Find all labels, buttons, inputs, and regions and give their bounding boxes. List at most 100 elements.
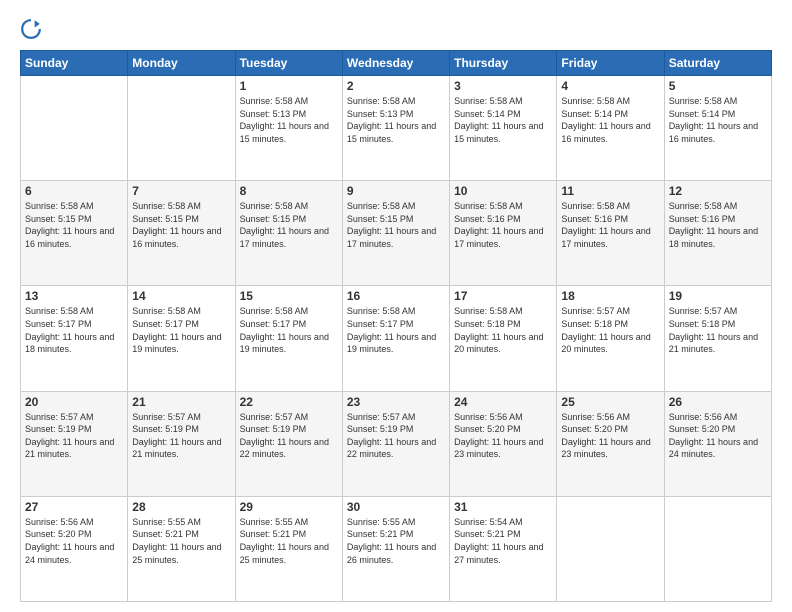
header xyxy=(20,18,772,40)
cell-info: Sunrise: 5:55 AM Sunset: 5:21 PM Dayligh… xyxy=(240,516,338,566)
cell-info: Sunrise: 5:57 AM Sunset: 5:19 PM Dayligh… xyxy=(132,411,230,461)
calendar-cell: 4 Sunrise: 5:58 AM Sunset: 5:14 PM Daylig… xyxy=(557,76,664,181)
cell-info: Sunrise: 5:58 AM Sunset: 5:14 PM Dayligh… xyxy=(561,95,659,145)
calendar-cell: 16 Sunrise: 5:58 AM Sunset: 5:17 PM Dayli… xyxy=(342,286,449,391)
cell-info: Sunrise: 5:58 AM Sunset: 5:17 PM Dayligh… xyxy=(240,305,338,355)
day-number: 15 xyxy=(240,289,338,303)
cell-info: Sunrise: 5:58 AM Sunset: 5:15 PM Dayligh… xyxy=(240,200,338,250)
calendar-cell: 19 Sunrise: 5:57 AM Sunset: 5:18 PM Dayli… xyxy=(664,286,771,391)
page: SundayMondayTuesdayWednesdayThursdayFrid… xyxy=(0,0,792,612)
calendar-cell: 23Sunrise: 5:57 AM Sunset: 5:19 PM Dayli… xyxy=(342,391,449,496)
calendar-week-row: 6 Sunrise: 5:58 AM Sunset: 5:15 PM Daylig… xyxy=(21,181,772,286)
calendar-cell xyxy=(664,496,771,601)
weekday-header: Saturday xyxy=(664,51,771,76)
day-number: 9 xyxy=(347,184,445,198)
logo-icon xyxy=(20,18,42,40)
calendar-cell xyxy=(557,496,664,601)
cell-info: Sunrise: 5:58 AM Sunset: 5:15 PM Dayligh… xyxy=(347,200,445,250)
cell-info: Sunrise: 5:58 AM Sunset: 5:14 PM Dayligh… xyxy=(454,95,552,145)
weekday-header: Friday xyxy=(557,51,664,76)
day-number: 10 xyxy=(454,184,552,198)
day-number: 12 xyxy=(669,184,767,198)
weekday-row: SundayMondayTuesdayWednesdayThursdayFrid… xyxy=(21,51,772,76)
calendar-cell: 12 Sunrise: 5:58 AM Sunset: 5:16 PM Dayli… xyxy=(664,181,771,286)
cell-info: Sunrise: 5:55 AM Sunset: 5:21 PM Dayligh… xyxy=(347,516,445,566)
weekday-header: Wednesday xyxy=(342,51,449,76)
cell-info: Sunrise: 5:57 AM Sunset: 5:19 PM Dayligh… xyxy=(25,411,123,461)
day-number: 25 xyxy=(561,395,659,409)
day-number: 20 xyxy=(25,395,123,409)
calendar-cell: 9 Sunrise: 5:58 AM Sunset: 5:15 PM Daylig… xyxy=(342,181,449,286)
cell-info: Sunrise: 5:58 AM Sunset: 5:16 PM Dayligh… xyxy=(669,200,767,250)
day-number: 3 xyxy=(454,79,552,93)
weekday-header: Tuesday xyxy=(235,51,342,76)
calendar-header: SundayMondayTuesdayWednesdayThursdayFrid… xyxy=(21,51,772,76)
day-number: 31 xyxy=(454,500,552,514)
calendar-cell: 11 Sunrise: 5:58 AM Sunset: 5:16 PM Dayli… xyxy=(557,181,664,286)
calendar-cell: 29 Sunrise: 5:55 AM Sunset: 5:21 PM Dayli… xyxy=(235,496,342,601)
calendar-week-row: 13Sunrise: 5:58 AM Sunset: 5:17 PM Dayli… xyxy=(21,286,772,391)
day-number: 26 xyxy=(669,395,767,409)
day-number: 16 xyxy=(347,289,445,303)
calendar-cell: 6Sunrise: 5:58 AM Sunset: 5:15 PM Daylig… xyxy=(21,181,128,286)
cell-info: Sunrise: 5:58 AM Sunset: 5:16 PM Dayligh… xyxy=(454,200,552,250)
day-number: 29 xyxy=(240,500,338,514)
cell-info: Sunrise: 5:56 AM Sunset: 5:20 PM Dayligh… xyxy=(669,411,767,461)
cell-info: Sunrise: 5:54 AM Sunset: 5:21 PM Dayligh… xyxy=(454,516,552,566)
calendar-week-row: 1 Sunrise: 5:58 AM Sunset: 5:13 PM Daylig… xyxy=(21,76,772,181)
day-number: 1 xyxy=(240,79,338,93)
calendar-cell: 15 Sunrise: 5:58 AM Sunset: 5:17 PM Dayli… xyxy=(235,286,342,391)
day-number: 14 xyxy=(132,289,230,303)
calendar-cell: 3 Sunrise: 5:58 AM Sunset: 5:14 PM Daylig… xyxy=(450,76,557,181)
calendar-cell xyxy=(128,76,235,181)
calendar-table: SundayMondayTuesdayWednesdayThursdayFrid… xyxy=(20,50,772,602)
cell-info: Sunrise: 5:57 AM Sunset: 5:19 PM Dayligh… xyxy=(347,411,445,461)
cell-info: Sunrise: 5:58 AM Sunset: 5:13 PM Dayligh… xyxy=(347,95,445,145)
cell-info: Sunrise: 5:57 AM Sunset: 5:19 PM Dayligh… xyxy=(240,411,338,461)
weekday-header: Thursday xyxy=(450,51,557,76)
cell-info: Sunrise: 5:55 AM Sunset: 5:21 PM Dayligh… xyxy=(132,516,230,566)
calendar-cell: 17Sunrise: 5:58 AM Sunset: 5:18 PM Dayli… xyxy=(450,286,557,391)
calendar-cell: 22 Sunrise: 5:57 AM Sunset: 5:19 PM Dayli… xyxy=(235,391,342,496)
calendar-cell: 21 Sunrise: 5:57 AM Sunset: 5:19 PM Dayli… xyxy=(128,391,235,496)
day-number: 22 xyxy=(240,395,338,409)
cell-info: Sunrise: 5:58 AM Sunset: 5:13 PM Dayligh… xyxy=(240,95,338,145)
cell-info: Sunrise: 5:57 AM Sunset: 5:18 PM Dayligh… xyxy=(561,305,659,355)
day-number: 19 xyxy=(669,289,767,303)
day-number: 21 xyxy=(132,395,230,409)
day-number: 4 xyxy=(561,79,659,93)
day-number: 17 xyxy=(454,289,552,303)
cell-info: Sunrise: 5:57 AM Sunset: 5:18 PM Dayligh… xyxy=(669,305,767,355)
day-number: 30 xyxy=(347,500,445,514)
calendar-cell: 24Sunrise: 5:56 AM Sunset: 5:20 PM Dayli… xyxy=(450,391,557,496)
day-number: 8 xyxy=(240,184,338,198)
cell-info: Sunrise: 5:56 AM Sunset: 5:20 PM Dayligh… xyxy=(454,411,552,461)
day-number: 27 xyxy=(25,500,123,514)
weekday-header: Monday xyxy=(128,51,235,76)
cell-info: Sunrise: 5:58 AM Sunset: 5:16 PM Dayligh… xyxy=(561,200,659,250)
calendar-cell: 5 Sunrise: 5:58 AM Sunset: 5:14 PM Daylig… xyxy=(664,76,771,181)
cell-info: Sunrise: 5:58 AM Sunset: 5:17 PM Dayligh… xyxy=(132,305,230,355)
cell-info: Sunrise: 5:58 AM Sunset: 5:17 PM Dayligh… xyxy=(347,305,445,355)
day-number: 7 xyxy=(132,184,230,198)
calendar-cell: 30 Sunrise: 5:55 AM Sunset: 5:21 PM Dayli… xyxy=(342,496,449,601)
calendar-cell: 28Sunrise: 5:55 AM Sunset: 5:21 PM Dayli… xyxy=(128,496,235,601)
calendar-cell: 20 Sunrise: 5:57 AM Sunset: 5:19 PM Dayli… xyxy=(21,391,128,496)
day-number: 2 xyxy=(347,79,445,93)
logo xyxy=(20,18,46,40)
day-number: 6 xyxy=(25,184,123,198)
calendar-cell: 26 Sunrise: 5:56 AM Sunset: 5:20 PM Dayli… xyxy=(664,391,771,496)
calendar-cell: 25 Sunrise: 5:56 AM Sunset: 5:20 PM Dayli… xyxy=(557,391,664,496)
calendar-cell: 18Sunrise: 5:57 AM Sunset: 5:18 PM Dayli… xyxy=(557,286,664,391)
day-number: 11 xyxy=(561,184,659,198)
calendar-week-row: 27 Sunrise: 5:56 AM Sunset: 5:20 PM Dayli… xyxy=(21,496,772,601)
cell-info: Sunrise: 5:56 AM Sunset: 5:20 PM Dayligh… xyxy=(561,411,659,461)
cell-info: Sunrise: 5:56 AM Sunset: 5:20 PM Dayligh… xyxy=(25,516,123,566)
day-number: 5 xyxy=(669,79,767,93)
calendar-cell: 1 Sunrise: 5:58 AM Sunset: 5:13 PM Daylig… xyxy=(235,76,342,181)
calendar-cell: 2 Sunrise: 5:58 AM Sunset: 5:13 PM Daylig… xyxy=(342,76,449,181)
cell-info: Sunrise: 5:58 AM Sunset: 5:14 PM Dayligh… xyxy=(669,95,767,145)
calendar-cell: 13Sunrise: 5:58 AM Sunset: 5:17 PM Dayli… xyxy=(21,286,128,391)
calendar-week-row: 20 Sunrise: 5:57 AM Sunset: 5:19 PM Dayli… xyxy=(21,391,772,496)
calendar-cell: 14 Sunrise: 5:58 AM Sunset: 5:17 PM Dayli… xyxy=(128,286,235,391)
